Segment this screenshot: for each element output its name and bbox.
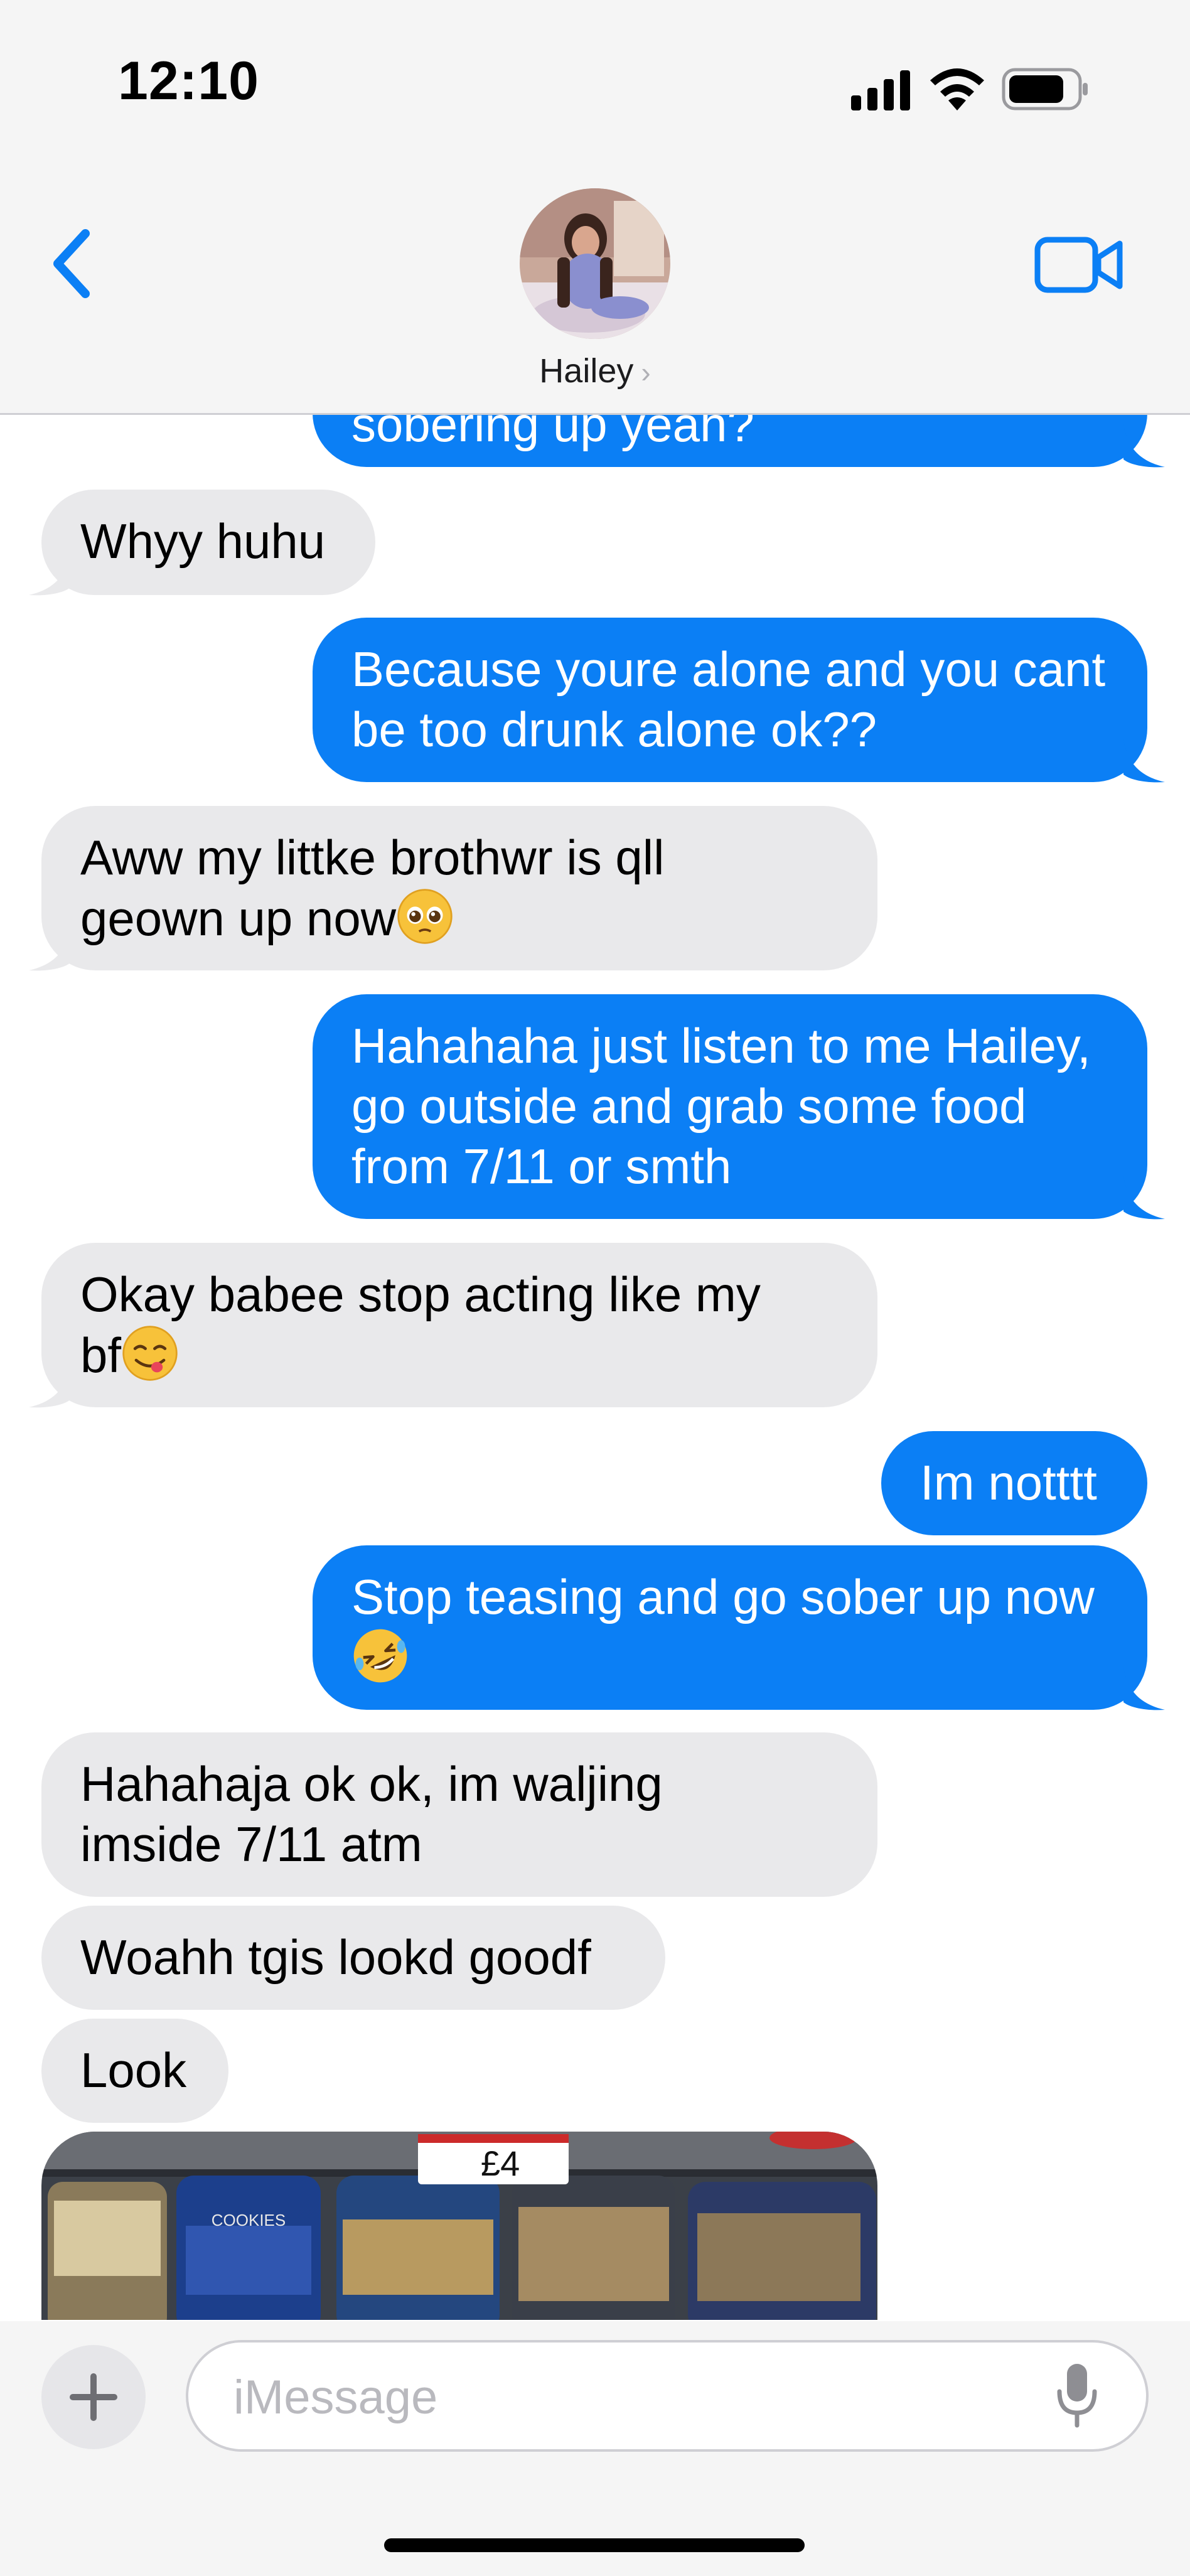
message-text: Hahahaha just listen to me Hailey, go ou… [351, 1018, 1091, 1194]
message-bubble-incoming[interactable]: Woahh tgis lookd goodf [41, 1906, 665, 2010]
yum-face-emoji [122, 1326, 178, 1381]
message-input-field[interactable] [186, 2340, 1149, 2452]
navigation-header: 12:10 Hailey › [0, 0, 1190, 414]
bubble-tail [29, 928, 70, 971]
pleading-face-emoji [397, 889, 453, 944]
message-text: Look [80, 2042, 187, 2098]
chevron-right-icon: › [641, 356, 651, 389]
message-bubble-incoming[interactable]: Hahahaja ok ok, im waljing imside 7/11 a… [41, 1732, 877, 1897]
message-bubble-outgoing[interactable]: Im notttt [881, 1431, 1147, 1535]
message-bubble-incoming[interactable]: Whyy huhu [41, 490, 375, 595]
bubble-tail [1123, 1176, 1165, 1220]
contact-name-text: Hailey [539, 352, 634, 390]
add-attachment-button[interactable] [41, 2345, 146, 2449]
message-text: Woahh tgis lookd goodf [80, 1929, 591, 1985]
message-text: Okay babee stop acting like my bf [80, 1267, 761, 1383]
message-bubble-incoming[interactable]: Look [41, 2019, 228, 2123]
wifi-icon [930, 68, 984, 110]
message-bubble-incoming[interactable]: Aww my littke brothwr is qll geown up no… [41, 806, 877, 970]
photo-attachment[interactable]: COOKIES £4 [41, 2132, 877, 2320]
message-bubble-outgoing[interactable]: Hahahaha just listen to me Hailey, go ou… [313, 994, 1147, 1219]
rofl-face-emoji [353, 1629, 407, 1683]
bubble-tail [1123, 424, 1165, 468]
message-bubble-incoming[interactable]: Okay babee stop acting like my bf [41, 1243, 877, 1407]
video-call-icon[interactable] [1034, 233, 1123, 296]
status-time: 12:10 [118, 51, 259, 111]
plus-icon [70, 2373, 117, 2421]
battery-icon [1002, 68, 1088, 110]
contact-avatar[interactable] [520, 188, 670, 339]
photo-label: COOKIES [212, 2211, 286, 2230]
message-text: Whyy huhu [80, 513, 326, 569]
microphone-icon[interactable] [1054, 2361, 1100, 2429]
bubble-tail [1123, 1667, 1165, 1710]
message-input[interactable] [232, 2366, 1026, 2428]
contact-name[interactable]: Hailey › [439, 352, 751, 390]
bubble-tail [29, 552, 70, 596]
message-bubble-outgoing[interactable]: Because youre alone and you cant be too … [313, 618, 1147, 782]
home-indicator[interactable] [384, 2538, 805, 2552]
bubble-tail [29, 1365, 70, 1408]
message-bubble-outgoing[interactable]: Stop teasing and go sober up now [313, 1545, 1147, 1710]
back-chevron-icon[interactable] [44, 226, 100, 301]
message-text: Hahahaja ok ok, im waljing imside 7/11 a… [80, 1756, 663, 1872]
message-text: Because youre alone and you cant be too … [351, 641, 1106, 757]
store-shelf-photo: COOKIES £4 [41, 2132, 877, 2320]
price-tag: £4 [481, 2144, 520, 2183]
message-text: Aww my littke brothwr is qll geown up no… [80, 830, 665, 946]
cellular-signal-icon [851, 70, 910, 110]
message-text: Im notttt [920, 1455, 1097, 1510]
bubble-tail [1123, 739, 1165, 783]
message-text: Stop teasing and go sober up now [351, 1569, 1095, 1624]
header-divider [0, 413, 1190, 415]
